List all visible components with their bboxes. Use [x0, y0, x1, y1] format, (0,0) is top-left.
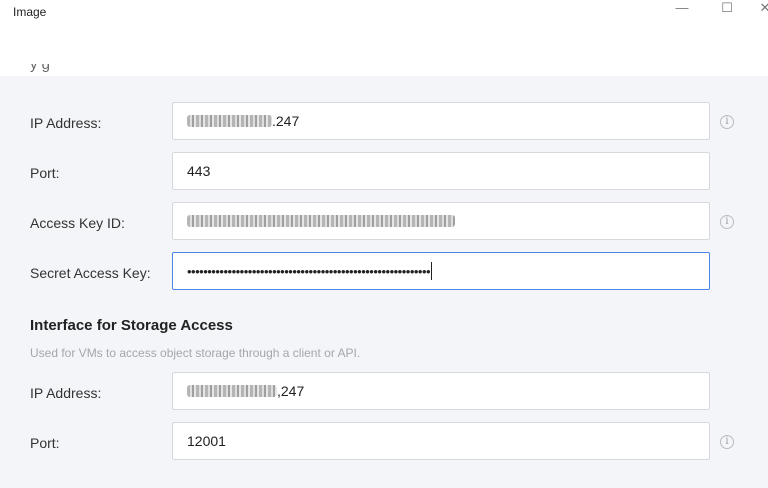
access-key-label: Access Key ID: — [30, 215, 125, 231]
form-panel: IP Address: .247 i Port: 443 Access Key … — [0, 76, 768, 488]
port-value: 443 — [187, 163, 211, 179]
close-button[interactable]: ✕ — [755, 0, 768, 18]
info-icon[interactable]: i — [720, 115, 734, 129]
storage-ip-input[interactable]: ,247 — [172, 372, 710, 410]
info-icon[interactable]: i — [720, 435, 734, 449]
text-caret — [431, 262, 433, 280]
port-label: Port: — [30, 165, 60, 181]
secret-key-label: Secret Access Key: — [30, 265, 151, 281]
window-title: Image — [13, 5, 47, 19]
partial-heading: y g — [0, 64, 240, 76]
port-input[interactable]: 443 — [172, 152, 710, 190]
info-icon[interactable]: i — [720, 215, 734, 229]
secret-key-input[interactable]: ••••••••••••••••••••••••••••••••••••••••… — [172, 252, 710, 290]
partial-heading-text: y g — [30, 64, 51, 73]
storage-port-label: Port: — [30, 435, 60, 451]
secret-key-value: ••••••••••••••••••••••••••••••••••••••••… — [187, 263, 431, 279]
maximize-button[interactable]: ☐ — [717, 0, 737, 18]
ip-address-suffix: .247 — [272, 113, 300, 129]
section-title: Interface for Storage Access — [30, 317, 233, 334]
redacted-storage-ip-prefix — [187, 385, 277, 397]
ip-address-label: IP Address: — [30, 115, 102, 131]
access-key-input[interactable] — [172, 202, 710, 240]
ip-address-input[interactable]: .247 — [172, 102, 710, 140]
section-description: Used for VMs to access object storage th… — [30, 346, 361, 360]
redacted-ip-prefix — [187, 115, 272, 127]
storage-ip-label: IP Address: — [30, 385, 102, 401]
storage-port-input[interactable]: 12001 — [172, 422, 710, 460]
storage-ip-suffix: ,247 — [277, 383, 305, 399]
redacted-access-key — [187, 215, 455, 227]
storage-port-value: 12001 — [187, 433, 226, 449]
window-titlebar: Image — ☐ ✕ y g — [0, 0, 768, 76]
minimize-button[interactable]: — — [672, 0, 692, 18]
